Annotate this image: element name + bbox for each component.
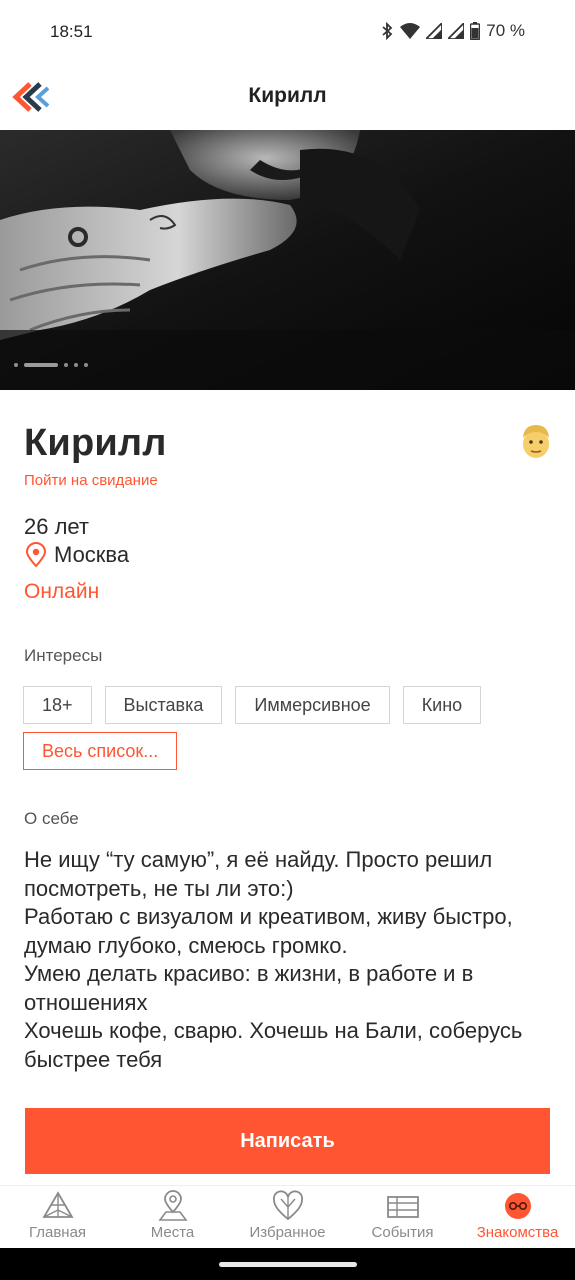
events-icon: [386, 1196, 419, 1218]
interest-chip[interactable]: Выставка: [104, 686, 223, 724]
system-nav-bar: [0, 1248, 575, 1280]
tab-places[interactable]: Места: [115, 1186, 230, 1247]
tab-label: Избранное: [249, 1224, 326, 1241]
profile-city: Москва: [24, 542, 129, 568]
battery-percent: 70 %: [486, 21, 525, 40]
status-bar: 18:51 70 %: [0, 0, 575, 66]
map-pin-icon: [157, 1190, 188, 1221]
interests-label: Интересы: [24, 646, 103, 665]
tab-label: Главная: [28, 1224, 87, 1241]
home-pyramid-icon: [41, 1191, 74, 1218]
tab-label: Знакомства: [476, 1224, 559, 1241]
online-status: Онлайн: [24, 580, 100, 603]
tab-label: Места: [150, 1224, 195, 1241]
app-bar: Кирилл: [0, 66, 575, 130]
heart-icon: [272, 1190, 303, 1221]
about-text: Не ищу “ту самую”, я её найду. Просто ре…: [24, 847, 523, 1072]
battery-icon: [470, 22, 481, 40]
app-bar-title: Кирилл: [248, 84, 327, 107]
interest-chip[interactable]: Иммерсивное: [235, 686, 390, 724]
bluetooth-icon: [382, 22, 393, 40]
about-label: О себе: [24, 809, 79, 828]
status-time: 18:51: [50, 22, 93, 41]
home-indicator[interactable]: [219, 1262, 357, 1267]
profile-photo: [0, 130, 575, 390]
photo-pagination: [14, 363, 88, 367]
avatar-emoji-icon: [518, 422, 554, 460]
tab-events[interactable]: События: [345, 1186, 460, 1247]
profile-name: Кирилл: [24, 422, 167, 464]
bottom-tab-bar: Главная Места Избранное События Знакомст…: [0, 1185, 575, 1247]
interest-chip[interactable]: 18+: [23, 686, 92, 724]
tab-favorites[interactable]: Избранное: [230, 1186, 345, 1247]
photo-dot: [84, 363, 88, 367]
tab-home[interactable]: Главная: [0, 1186, 115, 1247]
photo-dot-active: [24, 363, 58, 367]
profile-age: 26 лет: [24, 514, 90, 539]
dating-icon: [504, 1193, 531, 1219]
tab-dating[interactable]: Знакомства: [460, 1186, 575, 1247]
interest-chip[interactable]: Кино: [402, 686, 482, 724]
tab-label: События: [371, 1224, 434, 1241]
photo-dot: [64, 363, 68, 367]
profile-photo-carousel[interactable]: [0, 130, 575, 390]
photo-dot: [74, 363, 78, 367]
wifi-icon: [400, 23, 421, 39]
write-message-button[interactable]: Написать: [25, 1108, 550, 1174]
all-interests-button[interactable]: Весь список...: [23, 732, 178, 770]
go-on-date-link[interactable]: Пойти на свидание: [24, 472, 158, 489]
city-label: Москва: [54, 542, 130, 567]
signal-icon: [448, 23, 465, 39]
photo-dot: [14, 363, 18, 367]
location-pin-icon: [25, 542, 47, 568]
signal-icon: [426, 23, 443, 39]
interests-list: 18+ Выставка Иммерсивное Кино Весь списо…: [23, 686, 553, 770]
status-icons: 70 %: [380, 21, 525, 41]
